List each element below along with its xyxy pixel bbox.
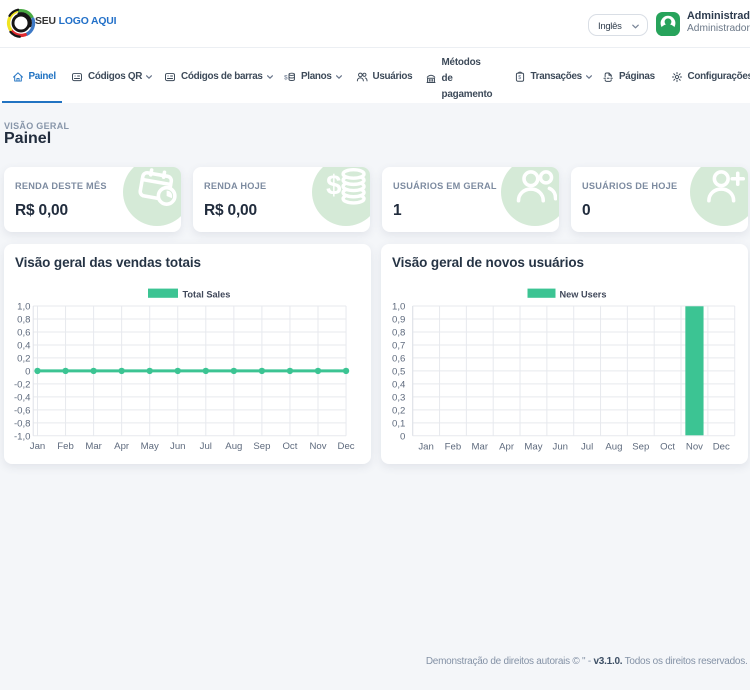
svg-text:Jul: Jul — [581, 442, 593, 453]
svg-text:0,8: 0,8 — [17, 315, 30, 326]
svg-text:Sep: Sep — [632, 442, 649, 453]
svg-text:0,4: 0,4 — [17, 341, 31, 352]
svg-text:Nov: Nov — [686, 442, 703, 453]
svg-text:0,2: 0,2 — [392, 405, 405, 416]
svg-text:-1,0: -1,0 — [14, 431, 31, 442]
svg-text:Jul: Jul — [200, 441, 212, 452]
svg-text:-0,2: -0,2 — [14, 379, 31, 390]
svg-text:May: May — [141, 441, 159, 452]
svg-text:$: $ — [326, 170, 341, 201]
svg-text:$: $ — [284, 74, 288, 81]
svg-text:Aug: Aug — [605, 442, 622, 453]
svg-text:Sep: Sep — [253, 441, 270, 452]
svg-text:0: 0 — [400, 431, 405, 442]
svg-text:0: 0 — [25, 367, 30, 378]
svg-text:Jan: Jan — [418, 442, 433, 453]
svg-text:New Users: New Users — [560, 290, 607, 300]
svg-text:Total Sales: Total Sales — [183, 290, 231, 300]
svg-text:0,1: 0,1 — [392, 418, 405, 429]
svg-text:$: $ — [518, 75, 521, 81]
svg-text:Oct: Oct — [282, 441, 297, 452]
svg-text:0,3: 0,3 — [392, 392, 405, 403]
svg-text:Mar: Mar — [472, 442, 489, 453]
svg-text:Apr: Apr — [499, 442, 515, 453]
svg-text:Jun: Jun — [553, 442, 568, 453]
svg-text:Oct: Oct — [660, 442, 675, 453]
svg-text:1,0: 1,0 — [17, 302, 30, 313]
svg-text:-0,4: -0,4 — [14, 392, 31, 403]
svg-text:0,9: 0,9 — [392, 315, 405, 326]
svg-text:0,8: 0,8 — [392, 328, 405, 339]
svg-text:0,7: 0,7 — [392, 341, 405, 352]
svg-text:Dec: Dec — [338, 441, 355, 452]
svg-text:Aug: Aug — [225, 441, 242, 452]
svg-text:May: May — [524, 442, 542, 453]
svg-text:Dec: Dec — [713, 442, 730, 453]
svg-text:Apr: Apr — [114, 441, 130, 452]
svg-text:0,5: 0,5 — [392, 367, 405, 378]
svg-text:1,0: 1,0 — [392, 302, 405, 313]
svg-text:0,4: 0,4 — [392, 379, 406, 390]
svg-text:0,6: 0,6 — [17, 328, 30, 339]
svg-text:Feb: Feb — [57, 441, 74, 452]
svg-text:0,6: 0,6 — [392, 354, 405, 365]
svg-text:0,2: 0,2 — [17, 354, 30, 365]
svg-text:Nov: Nov — [309, 441, 326, 452]
svg-text:Mar: Mar — [85, 441, 102, 452]
svg-text:-0,8: -0,8 — [14, 418, 31, 429]
svg-text:Jan: Jan — [30, 441, 45, 452]
svg-text:-0,6: -0,6 — [14, 405, 31, 416]
svg-text:Jun: Jun — [170, 441, 185, 452]
svg-text:Feb: Feb — [445, 442, 462, 453]
